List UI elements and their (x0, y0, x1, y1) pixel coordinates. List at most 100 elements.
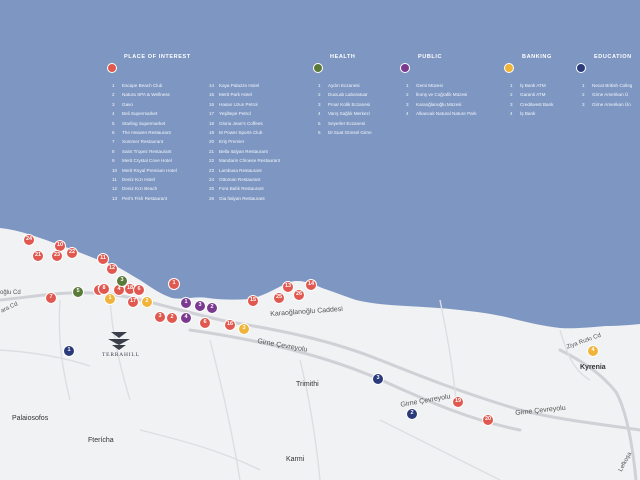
map-marker-interest[interactable]: 26 (293, 289, 305, 301)
legend-item-label: Aydın Eczanesi (328, 83, 360, 88)
legend-item-number: 5 (112, 120, 115, 126)
map-marker-banking[interactable]: 2 (141, 296, 153, 308)
map-marker-public[interactable]: 1 (180, 297, 192, 309)
legend-item-number: 2 (318, 92, 321, 98)
legend-item-interest: 13 Peri's Fish Restaurant (112, 196, 167, 201)
map-marker-interest[interactable]: 13 (282, 281, 294, 293)
legend-item-label: İş Bank ATM (520, 83, 546, 88)
legend-item-interest: 20 Eriş Premier (209, 139, 244, 144)
legend-item-number: 1 (112, 83, 115, 88)
legend-item-banking: 1 İş Bank ATM (510, 83, 546, 88)
legend-item-number: 26 (209, 195, 215, 201)
legend-item-label: The Heaven Restaurant (122, 130, 171, 135)
map-marker-interest[interactable]: 19 (452, 396, 464, 408)
legend-item-interest: 15 Merit Park Hotel (209, 92, 252, 97)
legend-item-number: 2 (510, 92, 513, 98)
legend-item-number: 6 (112, 130, 115, 135)
legend-item-number: 3 (406, 101, 409, 107)
map-marker-health[interactable]: 3 (116, 275, 128, 287)
map-marker-interest[interactable]: 24 (23, 234, 35, 246)
legend-item-number: 19 (209, 130, 215, 135)
legend-item-number: 8 (112, 148, 115, 154)
map-marker-interest[interactable]: 21 (32, 250, 44, 262)
terrahill-logo-icon (108, 332, 130, 350)
legend-item-health: 3 Pınar Kolik Eczanesi (318, 102, 370, 107)
map-marker-education[interactable]: 3 (372, 373, 384, 385)
legend-item-interest: 24 Ottoman Restaurant (209, 177, 260, 182)
legend-item-number: 1 (510, 83, 513, 88)
map-marker-banking[interactable]: 3 (238, 323, 250, 335)
legend-item-label: Girne Amerikan Ün (592, 101, 631, 107)
map-marker-interest[interactable]: 11 (97, 253, 109, 265)
legend-item-public: 4 Alkancak Natural Nature Park (406, 111, 477, 116)
map-marker-education[interactable]: 2 (406, 408, 418, 420)
map-marker-interest[interactable]: 2 (166, 312, 178, 324)
road-label-oglu-cd: oğlu Cd (0, 290, 21, 296)
place-label-trimithi: Trimithi (296, 381, 319, 388)
legend-item-label: Peri's Fish Restaurant (122, 195, 168, 201)
map-marker-interest[interactable]: 12 (106, 263, 118, 275)
legend-item-number: 4 (510, 111, 513, 117)
legend-item-interest: 17 Yeşiltepe Petrol (209, 111, 251, 116)
legend-item-number: 2 (582, 92, 585, 98)
legend-item-label: Saint Tropez Restaurant (122, 148, 172, 154)
legend-item-interest: 4 Beli Supermarket (112, 111, 157, 116)
map-marker-interest[interactable]: 3 (154, 311, 166, 323)
legend-item-interest: 25 Fora Balık Restaurant (209, 186, 264, 191)
map-marker-banking[interactable]: 1 (104, 293, 116, 305)
map-marker-interest[interactable]: 17 (127, 296, 139, 308)
legend-title-banking: BANKING (522, 54, 552, 60)
legend-item-number: 24 (209, 177, 215, 182)
legend-item-number: 21 (209, 148, 215, 154)
map-marker-public[interactable]: 2 (206, 302, 218, 314)
terrahill-logo-text: TERRAHILL (102, 352, 140, 358)
legend-item-number: 16 (209, 101, 215, 107)
map-stage[interactable]: PLACE OF INTEREST 1 Escape Beach Club 2 Nat… (0, 0, 640, 480)
map-marker-public[interactable]: 4 (180, 312, 192, 324)
place-label-karmi: Karmi (286, 456, 305, 463)
map-marker-interest[interactable]: 23 (51, 250, 63, 262)
legend-item-label: Garanti ATM (520, 92, 546, 98)
legend-item-number: 22 (209, 158, 215, 164)
legend-item-interest: 18 Gloria Jean's Coffees (209, 121, 263, 126)
legend-item-interest: 5 Starling Supermarket (112, 121, 165, 126)
legend-item-label: Girne Amerikan Ü (592, 92, 629, 98)
legend-title-interest: PLACE OF INTEREST (124, 54, 191, 60)
legend-item-label: Karaoğlanoğlu Müzesi (416, 101, 462, 107)
map-marker-education[interactable]: 1 (63, 345, 75, 357)
legend-item-number: 10 (112, 167, 118, 173)
legend-item-education: 1 Necat British Colleg (582, 83, 632, 88)
legend-item-number: 2 (406, 92, 409, 98)
legend-item-label: İkonş ve Coğrafik Müzesi (416, 92, 468, 98)
legend-item-number: 3 (112, 101, 115, 107)
map-marker-interest[interactable]: 14 (305, 279, 317, 291)
map-marker-interest[interactable]: 25 (273, 292, 285, 304)
map-marker-banking[interactable]: 4 (587, 345, 599, 357)
map-marker-health[interactable]: 5 (72, 286, 84, 298)
legend-item-number: 25 (209, 186, 215, 192)
legend-item-interest: 3 Gavo (112, 102, 133, 107)
map-marker-interest[interactable]: 6 (133, 284, 145, 296)
map-marker-interest[interactable]: 1 (168, 278, 180, 290)
legend-item-label: Merit Park Hotel (219, 92, 252, 98)
map-marker-interest[interactable]: 20 (482, 414, 494, 426)
legend-item-label: DuoLab Laboratuar (328, 92, 368, 98)
map-marker-interest[interactable]: 16 (224, 319, 236, 331)
legend-item-number: 14 (209, 83, 215, 88)
map-marker-interest[interactable]: 22 (66, 247, 78, 259)
legend-item-number: 3 (318, 101, 321, 107)
legend-item-number: 9 (112, 158, 115, 164)
place-label-kyrenia: Kyrenia (580, 364, 606, 371)
legend-item-label: M Power Sports Club (219, 130, 263, 135)
map-marker-interest[interactable]: 15 (247, 295, 259, 307)
legend-item-health: 1 Aydın Eczanesi (318, 83, 360, 88)
map-marker-public[interactable]: 3 (194, 300, 206, 312)
map-marker-interest[interactable]: 6 (199, 317, 211, 329)
legend-item-label: Ottoman Restaurant (219, 177, 261, 182)
map-marker-interest[interactable]: 7 (45, 292, 57, 304)
legend-item-label: Yeşiltepe Petrol (219, 111, 251, 117)
legend-item-label: Fora Balık Restaurant (219, 186, 264, 192)
legend-item-interest: 12 Deniz Kızı Beach (112, 186, 157, 191)
terrahill-logo: TERRAHILL (102, 330, 140, 360)
legend-item-number: 4 (112, 111, 115, 117)
